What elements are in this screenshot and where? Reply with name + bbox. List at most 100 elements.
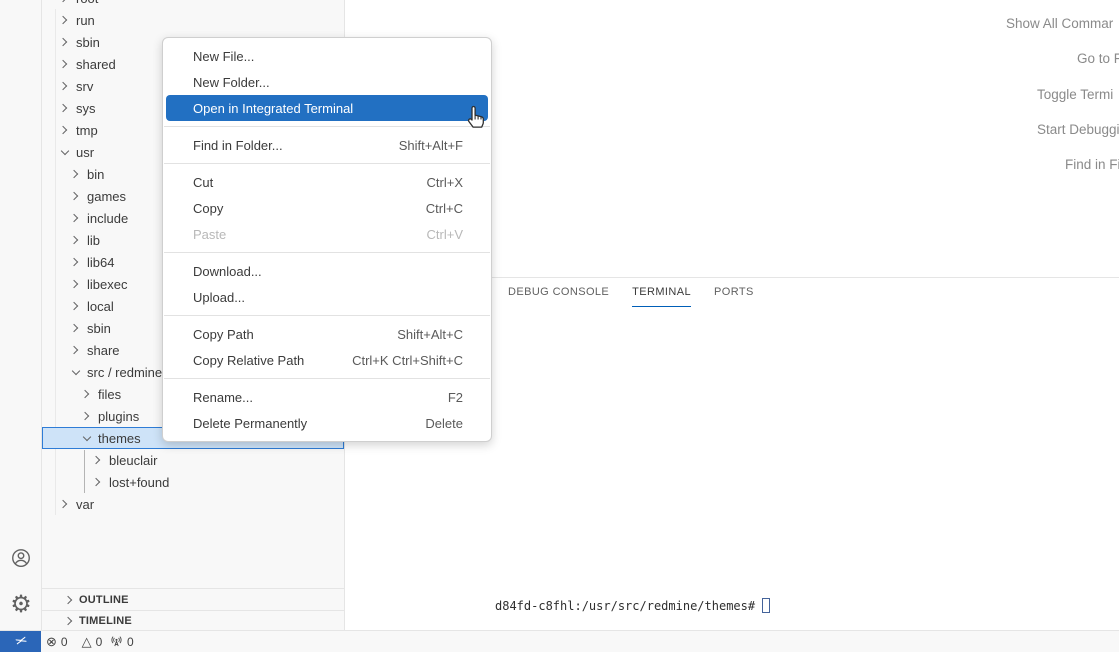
- tree-item-var[interactable]: var: [42, 493, 344, 515]
- chevron-right-icon: [59, 58, 71, 70]
- tree-item-label: games: [87, 189, 126, 204]
- chevron-right-icon: [59, 36, 71, 48]
- chevron-right-icon: [64, 594, 76, 606]
- error-count: 0: [61, 635, 68, 649]
- menu-item-label: Cut: [193, 175, 427, 190]
- chevron-right-icon: [59, 102, 71, 114]
- chevron-right-icon: [59, 0, 71, 4]
- menu-item-shortcut: Delete: [425, 416, 463, 431]
- radio-tower-icon: [110, 635, 123, 648]
- chevron-right-icon: [81, 388, 93, 400]
- tree-item-label: shared: [76, 57, 116, 72]
- menu-item-delete-permanently[interactable]: Delete PermanentlyDelete: [163, 410, 491, 436]
- chevron-down-icon: [70, 366, 82, 378]
- tree-item-lost+found[interactable]: lost+found: [42, 471, 344, 493]
- tree-item-label: bin: [87, 167, 104, 182]
- chevron-right-icon: [59, 80, 71, 92]
- menu-item-shortcut: Ctrl+C: [426, 201, 463, 216]
- tree-item-root[interactable]: root: [42, 0, 344, 9]
- tree-item-label: themes: [98, 431, 141, 446]
- terminal-content[interactable]: d84fd-c8fhl:/usr/src/redmine/themes#: [495, 598, 770, 613]
- activity-bar: ⚙: [0, 0, 42, 630]
- menu-item-new-file[interactable]: New File...: [163, 43, 491, 69]
- menu-item-find-in-folder[interactable]: Find in Folder...Shift+Alt+F: [163, 132, 491, 158]
- tree-item-label: sys: [76, 101, 96, 116]
- tree-item-label: libexec: [87, 277, 127, 292]
- menu-item-shortcut: F2: [448, 390, 463, 405]
- panel-tab-bar: DEBUG CONSOLE TERMINAL PORTS: [508, 278, 754, 307]
- menu-item-upload[interactable]: Upload...: [163, 284, 491, 310]
- menu-item-label: Find in Folder...: [193, 138, 399, 153]
- watermark-shortcut-hint: Start Debuggi: [1037, 122, 1119, 137]
- tree-item-label: sbin: [76, 35, 100, 50]
- menu-item-rename[interactable]: Rename...F2: [163, 384, 491, 410]
- tree-item-label: src / redmine: [87, 365, 162, 380]
- error-icon: ⊗: [46, 635, 57, 648]
- menu-item-label: Download...: [193, 264, 463, 279]
- menu-item-cut[interactable]: CutCtrl+X: [163, 169, 491, 195]
- menu-item-label: New Folder...: [193, 75, 463, 90]
- menu-item-copy-relative-path[interactable]: Copy Relative PathCtrl+K Ctrl+Shift+C: [163, 347, 491, 373]
- warning-count: 0: [96, 635, 103, 649]
- menu-separator: [164, 315, 490, 316]
- menu-item-copy[interactable]: CopyCtrl+C: [163, 195, 491, 221]
- menu-item-label: Delete Permanently: [193, 416, 425, 431]
- menu-item-label: Copy Relative Path: [193, 353, 352, 368]
- terminal-prompt: d84fd-c8fhl:/usr/src/redmine/themes#: [495, 599, 755, 613]
- settings-gear-icon[interactable]: ⚙: [0, 584, 42, 626]
- menu-item-label: Upload...: [193, 290, 463, 305]
- chevron-right-icon: [92, 476, 104, 488]
- tree-item-label: tmp: [76, 123, 98, 138]
- tree-item-label: include: [87, 211, 128, 226]
- remote-icon: ><: [14, 635, 26, 648]
- menu-item-copy-path[interactable]: Copy PathShift+Alt+C: [163, 321, 491, 347]
- problems-status[interactable]: ⊗ 0 △ 0: [46, 631, 102, 652]
- chevron-right-icon: [59, 124, 71, 136]
- menu-separator: [164, 163, 490, 164]
- tree-item-label: lib64: [87, 255, 114, 270]
- tree-item-label: var: [76, 497, 94, 512]
- menu-item-label: Paste: [193, 227, 427, 242]
- remote-indicator[interactable]: ><: [0, 631, 41, 652]
- menu-separator: [164, 378, 490, 379]
- chevron-right-icon: [70, 190, 82, 202]
- ports-status[interactable]: 0: [110, 631, 134, 652]
- terminal-cursor: [762, 598, 770, 613]
- menu-separator: [164, 252, 490, 253]
- chevron-right-icon: [92, 454, 104, 466]
- tree-item-bleuclair[interactable]: bleuclair: [42, 449, 344, 471]
- tree-item-label: files: [98, 387, 121, 402]
- tree-item-label: bleuclair: [109, 453, 157, 468]
- panel-tab-debug-console[interactable]: DEBUG CONSOLE: [508, 278, 609, 307]
- tree-item-label: run: [76, 13, 95, 28]
- chevron-right-icon: [70, 300, 82, 312]
- menu-item-download[interactable]: Download...: [163, 258, 491, 284]
- watermark-shortcut-hint: Find in Fi: [1065, 157, 1119, 172]
- chevron-right-icon: [81, 410, 93, 422]
- chevron-right-icon: [70, 212, 82, 224]
- menu-item-open-in-integrated-terminal[interactable]: Open in Integrated Terminal: [166, 95, 488, 121]
- ports-count: 0: [127, 635, 134, 649]
- tree-item-run[interactable]: run: [42, 9, 344, 31]
- tree-item-label: share: [87, 343, 120, 358]
- warning-icon: △: [82, 635, 92, 648]
- chevron-right-icon: [70, 344, 82, 356]
- chevron-right-icon: [64, 615, 76, 627]
- tree-item-label: sbin: [87, 321, 111, 336]
- outline-section-header[interactable]: OUTLINE: [42, 588, 344, 610]
- account-icon[interactable]: [0, 537, 42, 579]
- tree-item-label: plugins: [98, 409, 139, 424]
- tree-item-label: local: [87, 299, 114, 314]
- vscode-window: ⚙ rootrunsbinsharedsrvsystmpusrbingamesi…: [0, 0, 1119, 652]
- chevron-right-icon: [59, 14, 71, 26]
- explorer-context-menu: New File... New Folder... Open in Integrat…: [162, 37, 492, 442]
- tree-item-label: root: [76, 0, 98, 6]
- outline-label: OUTLINE: [79, 594, 129, 606]
- menu-item-label: Open in Integrated Terminal: [193, 101, 463, 116]
- menu-item-label: Copy: [193, 201, 426, 216]
- menu-item-new-folder[interactable]: New Folder...: [163, 69, 491, 95]
- timeline-section-header[interactable]: TIMELINE: [42, 610, 344, 630]
- panel-tab-ports[interactable]: PORTS: [714, 278, 754, 307]
- status-bar: >< ⊗ 0 △ 0 0: [0, 630, 1119, 652]
- panel-tab-terminal[interactable]: TERMINAL: [632, 278, 691, 307]
